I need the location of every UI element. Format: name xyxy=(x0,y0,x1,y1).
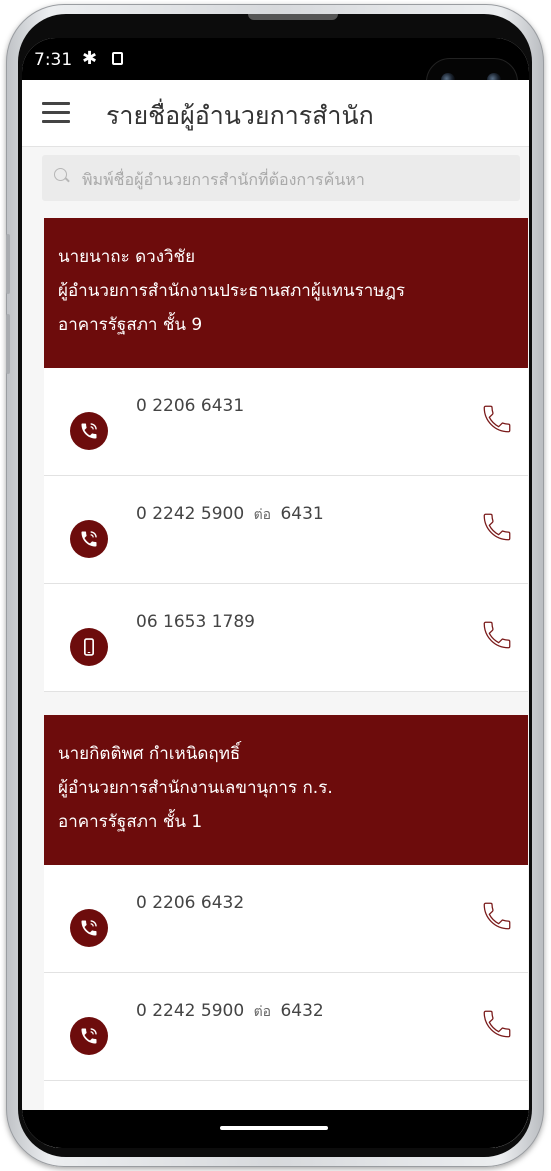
call-handset-icon[interactable] xyxy=(480,1007,514,1041)
mobile-phone-icon xyxy=(70,628,108,666)
call-handset-icon[interactable] xyxy=(480,899,514,933)
director-position: ผู้อำนวยการสำนักงานเลขานุการ ก.ร. xyxy=(58,778,333,798)
phone-number: 0 2242 5900 ต่อ 6432 xyxy=(136,1001,324,1021)
volume-button xyxy=(6,234,10,294)
gear-icon: ✱ xyxy=(82,48,98,69)
phone-number: 06 1653 1789 xyxy=(136,612,255,632)
call-handset-icon[interactable] xyxy=(480,510,514,544)
sim-card-icon xyxy=(112,52,123,65)
extension-number: 6432 xyxy=(280,1001,324,1021)
volume-button xyxy=(6,314,10,374)
director-header[interactable]: นายกิตติพศ กำเหนิดฤทธิ์ ผู้อำนวยการสำนัก… xyxy=(44,715,528,865)
director-position: ผู้อำนวยการสำนักงานประธานสภาผู้แทนราษฎร xyxy=(58,281,406,301)
search-input[interactable] xyxy=(80,155,524,203)
search-bar xyxy=(22,147,529,223)
extension-number: 6431 xyxy=(280,504,324,524)
director-location: อาคารรัฐสภา ชั้น 9 xyxy=(58,315,203,335)
status-time: 7:31 xyxy=(34,50,73,70)
phone-row[interactable]: 06 1653 1789 xyxy=(44,584,528,692)
extension-label: ต่อ xyxy=(253,1004,272,1020)
hamburger-menu-icon[interactable] xyxy=(42,102,70,124)
earpiece-speaker xyxy=(248,14,338,20)
phone-ring-icon xyxy=(70,520,108,558)
call-handset-icon[interactable] xyxy=(480,402,514,436)
app-bar: รายชื่อผู้อำนวยการสำนัก xyxy=(22,80,529,147)
phone-row[interactable]: 0 2206 6432 xyxy=(44,865,528,973)
director-card: นายกิตติพศ กำเหนิดฤทธิ์ ผู้อำนวยการสำนัก… xyxy=(44,715,528,1148)
director-card: นายนาถะ ดวงวิชัย ผู้อำนวยการสำนักงานประธ… xyxy=(44,218,528,692)
phone-ring-icon xyxy=(70,909,108,947)
page-title: รายชื่อผู้อำนวยการสำนัก xyxy=(106,101,374,130)
phone-row[interactable]: 0 2242 5900 ต่อ 6432 xyxy=(44,973,528,1081)
phone-number: 0 2206 6431 xyxy=(136,396,245,416)
home-gesture-bar[interactable] xyxy=(220,1126,328,1130)
extension-label: ต่อ xyxy=(253,507,272,523)
phone-row[interactable]: 0 2206 6431 xyxy=(44,368,528,476)
phone-row[interactable]: 0 2242 5900 ต่อ 6431 xyxy=(44,476,528,584)
director-header[interactable]: นายนาถะ ดวงวิชัย ผู้อำนวยการสำนักงานประธ… xyxy=(44,218,528,368)
screen: 7:31 ✱ รายชื่อผู้อำนวยการสำนัก นายนาถะ ด… xyxy=(22,38,529,1148)
phone-ring-icon xyxy=(70,412,108,450)
phone-number: 0 2206 6432 xyxy=(136,893,245,913)
director-name: นายกิตติพศ กำเหนิดฤทธิ์ xyxy=(58,744,241,764)
search-box xyxy=(42,155,524,203)
phone-number: 0 2242 5900 ต่อ 6431 xyxy=(136,504,324,524)
search-icon xyxy=(54,168,67,181)
call-handset-icon[interactable] xyxy=(480,618,514,652)
phone-ring-icon xyxy=(70,1017,108,1055)
system-nav-bar xyxy=(22,1110,529,1148)
director-location: อาคารรัฐสภา ชั้น 1 xyxy=(58,812,203,832)
director-name: นายนาถะ ดวงวิชัย xyxy=(58,247,196,267)
